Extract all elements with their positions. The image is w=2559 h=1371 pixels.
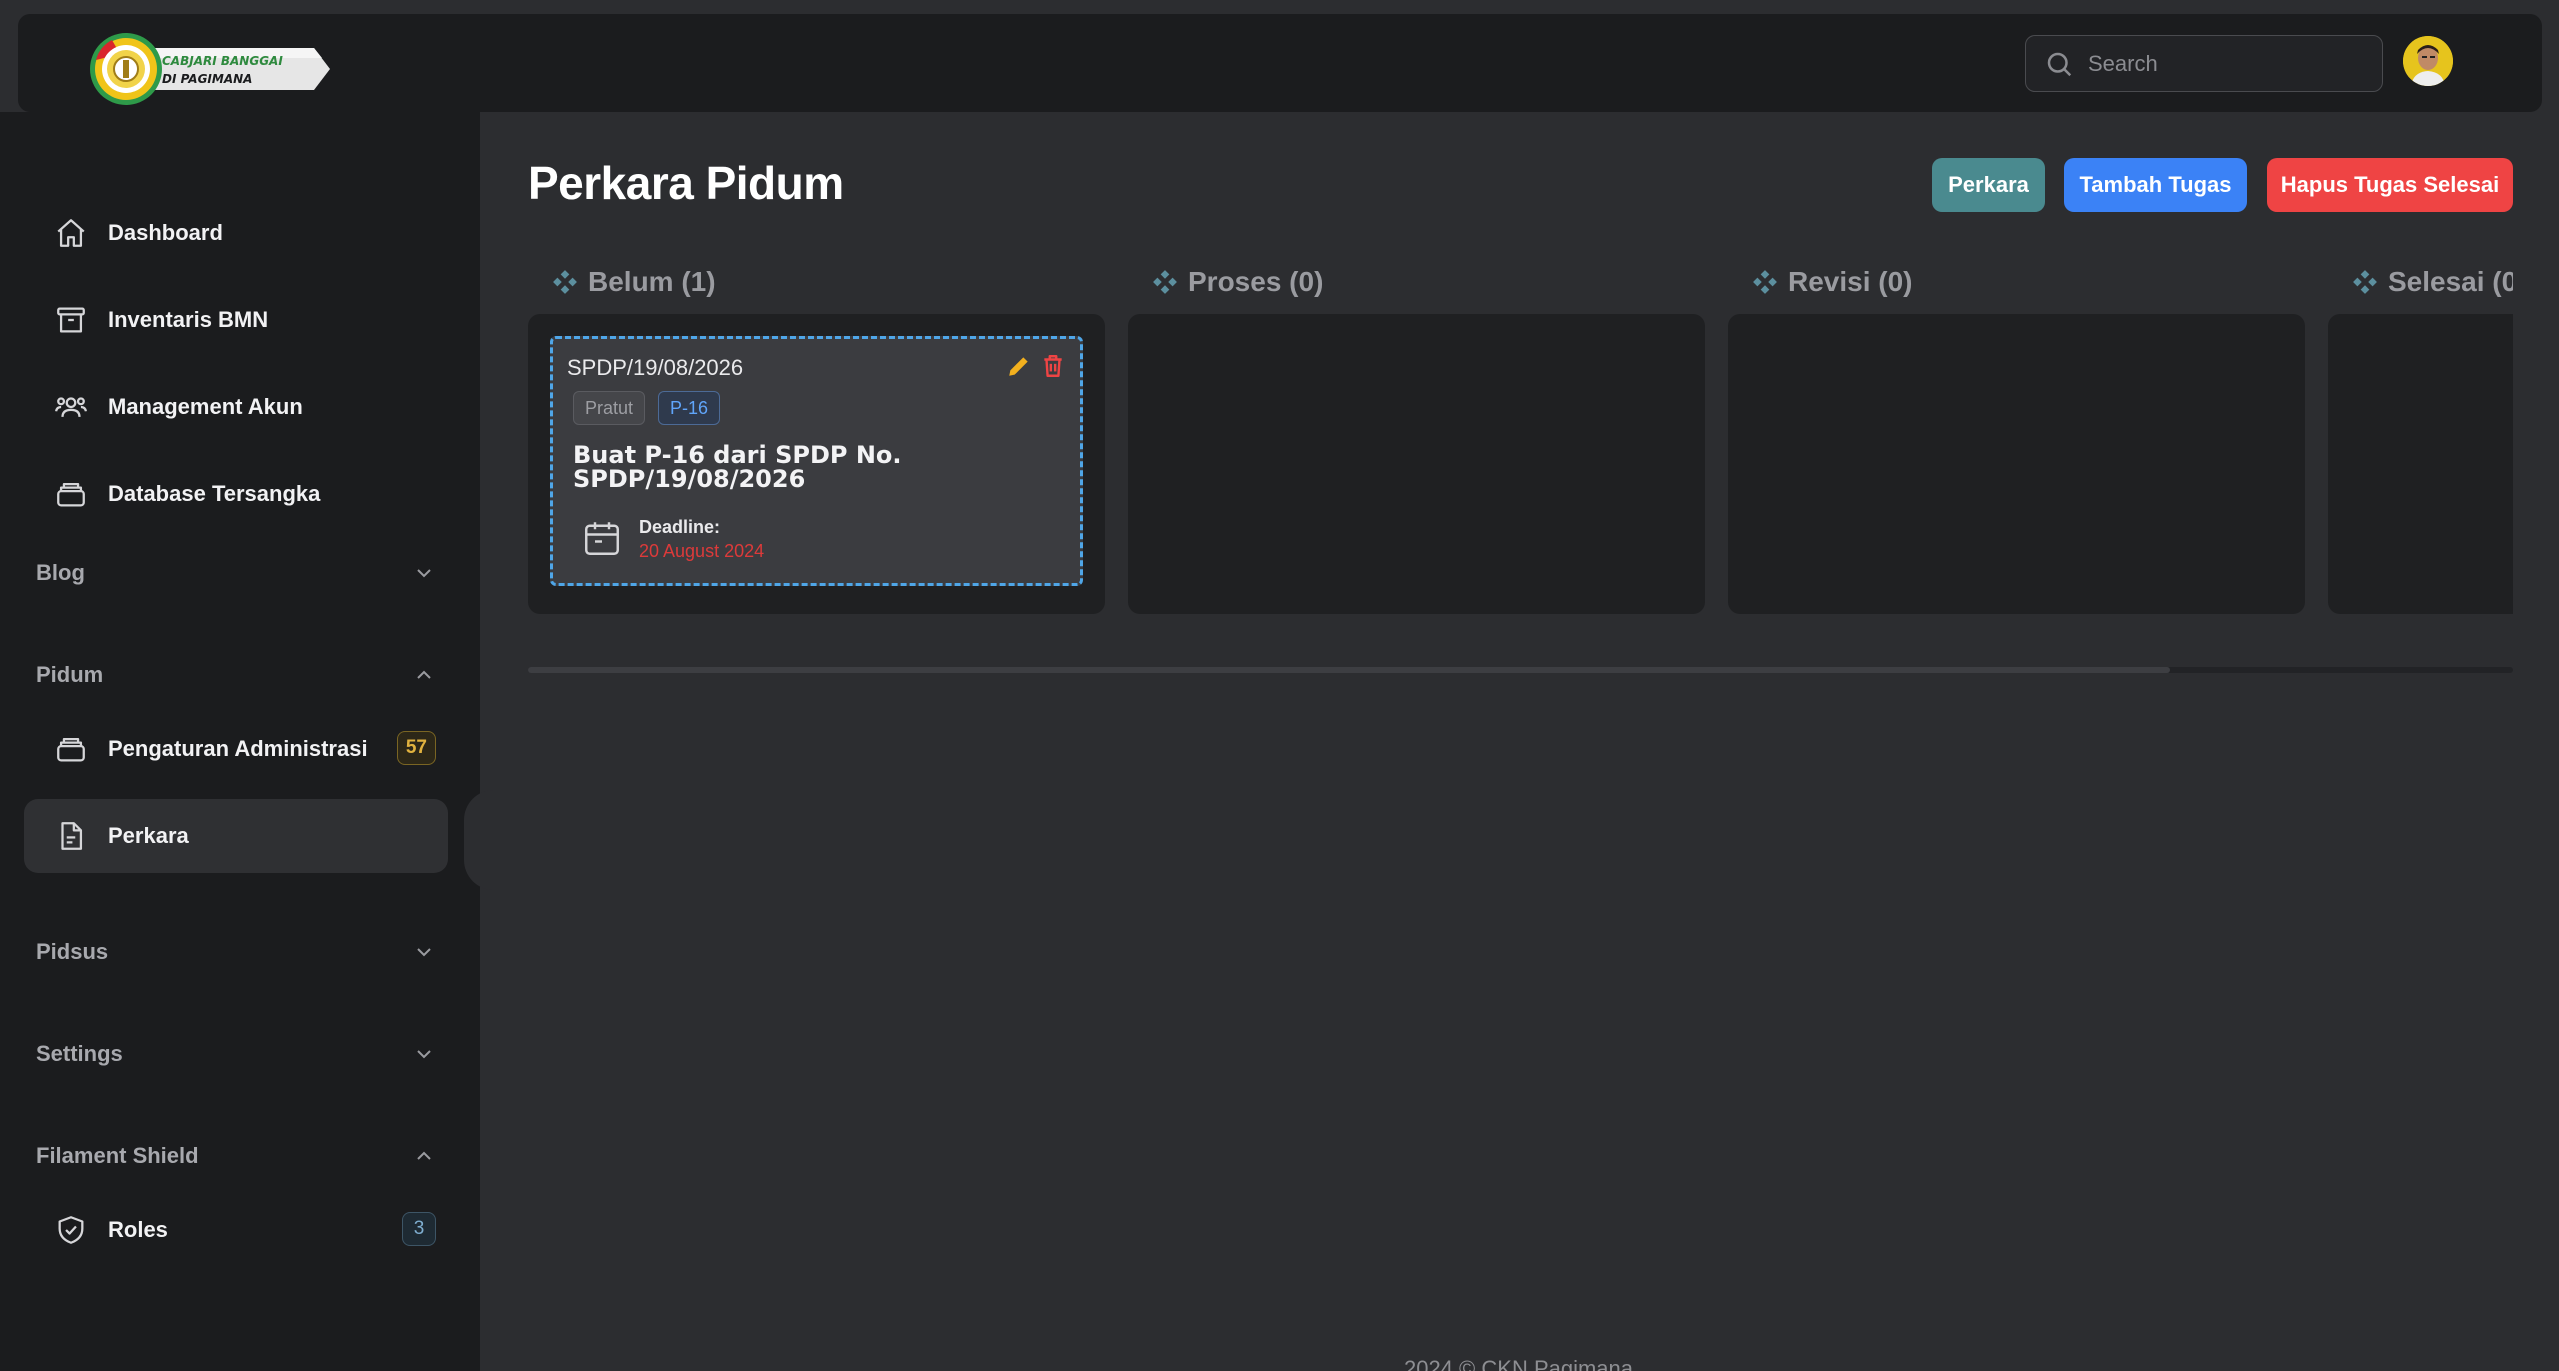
- trash-icon[interactable]: [1040, 353, 1066, 379]
- column-belum[interactable]: SPDP/19/08/2026 Pratut P-16 Buat P-16 da…: [528, 314, 1105, 614]
- sidebar-item-label: Pengaturan Administrasi: [108, 736, 368, 761]
- tambah-tugas-button[interactable]: Tambah Tugas: [2064, 158, 2247, 212]
- deadline-label: Deadline:: [639, 517, 721, 537]
- sidebar-item-label: Roles: [108, 1217, 168, 1242]
- sidebar-item-dashboard[interactable]: Dashboard: [24, 196, 448, 270]
- svg-text:CABJARI BANGGAI: CABJARI BANGGAI: [162, 54, 283, 68]
- search-box[interactable]: [2025, 35, 2383, 92]
- sidebar-item-pengaturan-administrasi[interactable]: Pengaturan Administrasi 57: [24, 712, 448, 786]
- chevron-down-icon: [417, 948, 431, 957]
- card-id: SPDP/19/08/2026: [567, 355, 744, 380]
- app-logo[interactable]: CABJARI BANGGAI DI PAGIMANA: [82, 20, 332, 106]
- sidebar-notch: [464, 790, 494, 890]
- sidebar-item-perkara[interactable]: Perkara: [24, 799, 448, 873]
- count-badge: 57: [396, 731, 436, 765]
- sidebar-item-label: Perkara: [108, 823, 189, 848]
- column-header-revisi: Revisi (0): [1752, 262, 1913, 302]
- tag-p16: P-16: [658, 391, 721, 425]
- deadline-date: 20 August 2024: [639, 541, 765, 561]
- count-badge: 3: [402, 1212, 436, 1246]
- sidebar-item-label: Inventaris BMN: [108, 307, 269, 332]
- column-selesai[interactable]: [2328, 314, 2513, 614]
- column-header-belum: Belum (1): [552, 262, 716, 302]
- tag-pratut: Pratut: [573, 391, 646, 425]
- column-header-proses: Proses (0): [1152, 262, 1323, 302]
- sidebar-group-settings[interactable]: Settings: [36, 1034, 436, 1074]
- document-icon: [61, 822, 83, 850]
- topbar: CABJARI BANGGAI DI PAGIMANA: [18, 14, 2542, 112]
- chevron-down-icon: [417, 1050, 431, 1059]
- sidebar-item-label: Management Akun: [108, 394, 303, 419]
- sidebar-item-management-akun[interactable]: Management Akun: [24, 370, 448, 444]
- footer-text: 2024 © CKN Pagimana: [1404, 1356, 1634, 1371]
- card-actions: [1006, 353, 1066, 379]
- archive-icon: [57, 307, 85, 333]
- sidebar: Dashboard Inventaris BMN Management Akun…: [0, 112, 480, 1371]
- horizontal-scrollbar[interactable]: [528, 667, 2513, 673]
- users-icon: [55, 397, 87, 417]
- sidebar-group-pidsus[interactable]: Pidsus: [36, 932, 436, 972]
- diamond-grid-icon: [2353, 270, 2377, 294]
- diamond-grid-icon: [1753, 270, 1777, 294]
- chevron-down-icon: [417, 569, 431, 578]
- column-revisi[interactable]: [1728, 314, 2305, 614]
- diamond-grid-icon: [1153, 270, 1177, 294]
- diamond-grid-icon: [553, 270, 577, 294]
- column-header-selesai: Selesai (0): [2352, 262, 2513, 302]
- chevron-up-icon: [417, 670, 431, 679]
- task-card[interactable]: SPDP/19/08/2026 Pratut P-16 Buat P-16 da…: [550, 336, 1083, 586]
- edit-icon[interactable]: [1006, 353, 1032, 379]
- scrollbar-thumb[interactable]: [528, 667, 2170, 673]
- search-input[interactable]: [2088, 50, 2368, 77]
- sidebar-group-pidum[interactable]: Pidum: [36, 655, 436, 695]
- stack-icon: [57, 482, 85, 507]
- home-icon: [57, 219, 85, 247]
- sidebar-group-blog[interactable]: Blog: [36, 553, 436, 593]
- svg-text:DI PAGIMANA: DI PAGIMANA: [162, 72, 252, 86]
- sidebar-item-inventaris[interactable]: Inventaris BMN: [24, 283, 448, 357]
- kanban-board[interactable]: Belum (1) Proses (0) Revisi (0) Selesai …: [528, 250, 2513, 630]
- perkara-button[interactable]: Perkara: [1932, 158, 2045, 212]
- shield-check-icon: [58, 1216, 84, 1244]
- user-avatar[interactable]: [2403, 36, 2453, 86]
- calendar-icon: [585, 522, 619, 555]
- sidebar-item-database-tersangka[interactable]: Database Tersangka: [24, 457, 448, 531]
- hapus-tugas-selesai-button[interactable]: Hapus Tugas Selesai: [2267, 158, 2513, 212]
- sidebar-item-roles[interactable]: Roles 3: [24, 1193, 448, 1267]
- search-icon: [2047, 52, 2072, 76]
- page-title: Perkara Pidum: [528, 157, 844, 209]
- chevron-up-icon: [417, 1151, 431, 1160]
- stack-icon: [57, 737, 85, 762]
- sidebar-item-label: Dashboard: [108, 220, 223, 245]
- column-proses[interactable]: [1128, 314, 1705, 614]
- card-title: Buat P-16 dari SPDP No. SPDP/19/08/2026: [573, 441, 902, 493]
- sidebar-group-filament-shield[interactable]: Filament Shield: [36, 1136, 436, 1176]
- sidebar-item-label: Database Tersangka: [108, 481, 321, 506]
